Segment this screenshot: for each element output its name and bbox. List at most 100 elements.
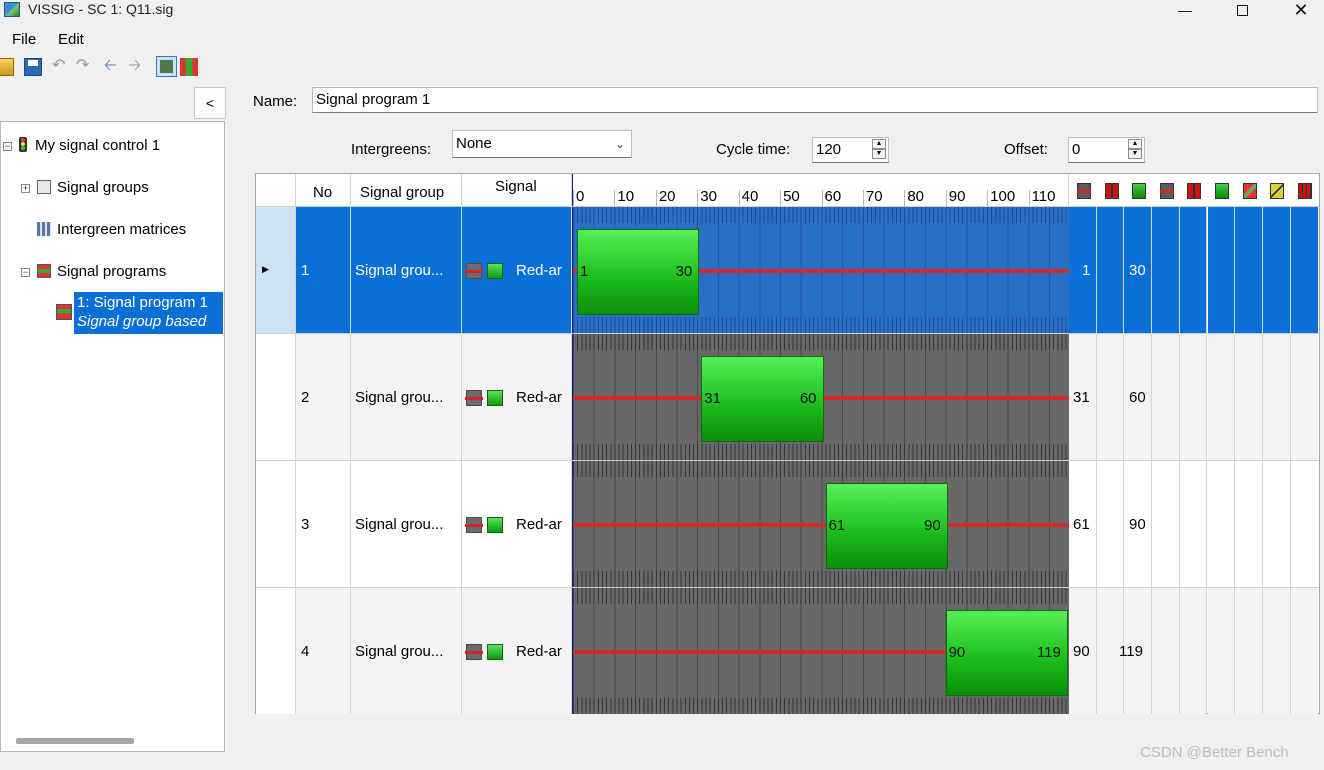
cell-signal-group[interactable]: Signal grou... [351, 334, 462, 460]
intergreens-select[interactable]: None ⌄ [452, 130, 632, 158]
timeline-axis: 0 10 20 30 40 50 60 70 80 90 100 110 [572, 174, 1069, 206]
state-cell[interactable] [1096, 334, 1125, 460]
state-cell[interactable] [1290, 207, 1319, 333]
redo-icon[interactable]: ↷ [76, 58, 94, 76]
collapse-pane-button[interactable]: < [194, 87, 226, 119]
column-header-signal[interactable]: Signal [462, 174, 572, 206]
intergreen-view-icon[interactable] [180, 58, 198, 76]
signal-timeline[interactable]: 90 119 [572, 588, 1069, 714]
state-cell[interactable] [1207, 334, 1236, 460]
green-phase-bar[interactable]: 61 90 [825, 483, 948, 569]
state-cell[interactable] [1179, 461, 1208, 587]
column-header-no[interactable]: No [296, 174, 351, 206]
signal-view-icon[interactable] [156, 56, 177, 77]
minimize-icon: — [1178, 2, 1192, 18]
state-cell[interactable] [1152, 588, 1180, 714]
state-cell[interactable] [1262, 588, 1291, 714]
signal-group-row[interactable]: ▶ 1 Signal grou... Red-ar 1 30 1 30 [256, 206, 1319, 333]
state-cell[interactable] [1179, 334, 1208, 460]
close-button[interactable]: ✕ [1278, 0, 1324, 20]
cell-signal[interactable]: Red-ar [462, 588, 572, 714]
offset-input[interactable]: 0 ▲ ▼ [1068, 137, 1145, 163]
signal-timeline[interactable]: 31 60 [572, 334, 1069, 460]
tree-root[interactable]: My signal control 1 [19, 137, 160, 155]
offset-label: Offset: [1004, 141, 1048, 158]
state-cell[interactable] [1096, 207, 1125, 333]
cell-signal[interactable]: Red-ar [462, 461, 572, 587]
cell-no[interactable]: 3 [296, 461, 351, 587]
timeline-tick-label: 10 [617, 188, 635, 205]
cell-no[interactable]: 1 [296, 207, 351, 333]
tree-item-signal-groups[interactable]: Signal groups [37, 179, 149, 197]
state-cell[interactable] [1152, 334, 1180, 460]
row-selector[interactable] [256, 588, 296, 714]
cell-signal-group[interactable]: Signal grou... [351, 207, 462, 333]
signal-group-row[interactable]: 2 Signal grou... Red-ar 31 60 31 60 [256, 333, 1319, 460]
cell-signal-group[interactable]: Signal grou... [351, 588, 462, 714]
horizontal-scrollbar[interactable] [16, 738, 134, 744]
state-cell[interactable] [1207, 461, 1236, 587]
back-icon[interactable]: 🡠 [104, 58, 122, 76]
signal-timeline[interactable]: 1 30 [572, 207, 1069, 333]
state-cell[interactable] [1262, 207, 1291, 333]
state-cell[interactable] [1290, 588, 1319, 714]
program-item-subtitle: Signal group based [77, 313, 207, 330]
open-folder-icon[interactable] [0, 58, 14, 76]
row-selector[interactable] [256, 461, 296, 587]
minimize-button[interactable]: — [1162, 0, 1208, 20]
cell-signal[interactable]: Red-ar [462, 207, 572, 333]
navigation-tree: − My signal control 1 + Signal groups In… [0, 121, 225, 752]
cell-signal[interactable]: Red-ar [462, 334, 572, 460]
state-cell[interactable] [1235, 334, 1263, 460]
collapse-root-icon[interactable]: − [3, 142, 12, 151]
cycle-time-input[interactable]: 120 ▲ ▼ [812, 137, 889, 163]
cycle-time-spinner[interactable]: ▲ ▼ [872, 139, 886, 159]
state-cell[interactable] [1290, 461, 1319, 587]
state-cell[interactable] [1152, 461, 1180, 587]
row-selector[interactable] [256, 334, 296, 460]
menu-edit[interactable]: Edit [58, 31, 84, 48]
state-cell[interactable] [1096, 461, 1125, 587]
state-cell[interactable] [1262, 334, 1291, 460]
state-cell[interactable] [1207, 588, 1236, 714]
state-cell[interactable] [1235, 588, 1263, 714]
collapse-programs-icon[interactable]: − [21, 268, 30, 277]
green-phase-bar[interactable]: 90 119 [945, 610, 1068, 696]
green-phase-bar[interactable]: 1 30 [577, 229, 700, 315]
state-cell[interactable] [1290, 334, 1319, 460]
state-cell[interactable] [1235, 461, 1263, 587]
state-cell[interactable] [1235, 207, 1263, 333]
intergreen-matrix-icon [37, 222, 51, 236]
undo-icon[interactable]: ↶ [52, 58, 70, 76]
state-cell[interactable] [1262, 461, 1291, 587]
cell-no[interactable]: 4 [296, 588, 351, 714]
timeline-tick-mark [987, 190, 989, 206]
timeline-ticks-top [573, 461, 1069, 477]
green-phase-bar[interactable]: 31 60 [701, 356, 824, 442]
column-header-no-label: No [313, 184, 333, 201]
timeline-tick-mark [780, 190, 782, 206]
signal-timeline[interactable]: 61 90 [572, 461, 1069, 587]
name-field[interactable]: Signal program 1 [312, 87, 1318, 113]
row-selector[interactable]: ▶ [256, 207, 296, 333]
menu-file[interactable]: File [12, 31, 36, 48]
signal-group-row[interactable]: 4 Signal grou... Red-ar 90 119 90 119 [256, 587, 1319, 714]
tree-item-intergreen-matrices[interactable]: Intergreen matrices [37, 221, 186, 239]
state-cell[interactable] [1207, 207, 1236, 333]
signal-programs-icon [37, 264, 51, 278]
expand-groups-icon[interactable]: + [21, 184, 30, 193]
save-icon[interactable] [24, 58, 42, 76]
state-cell[interactable] [1179, 207, 1208, 333]
signal-group-row[interactable]: 3 Signal grou... Red-ar 61 90 61 90 [256, 460, 1319, 587]
cell-no[interactable]: 2 [296, 334, 351, 460]
column-header-signal-group[interactable]: Signal group [351, 174, 462, 206]
tree-item-signal-programs[interactable]: Signal programs [37, 263, 166, 281]
cell-signal-group[interactable]: Signal grou... [351, 461, 462, 587]
maximize-button[interactable] [1219, 0, 1265, 20]
tree-root-label: My signal control 1 [35, 137, 161, 154]
forward-icon[interactable]: 🡢 [128, 58, 146, 76]
state-cell[interactable] [1152, 207, 1180, 333]
state-cell[interactable] [1179, 588, 1208, 714]
tree-item-program-1[interactable]: 1: Signal program 1 Signal group based [74, 292, 223, 334]
offset-spinner[interactable]: ▲ ▼ [1128, 139, 1142, 159]
